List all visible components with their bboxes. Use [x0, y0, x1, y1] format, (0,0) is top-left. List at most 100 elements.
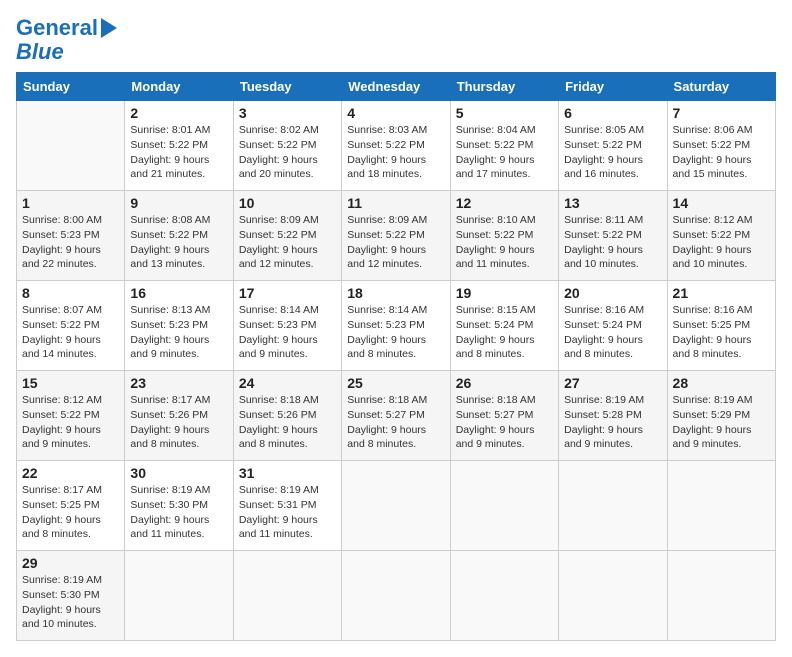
day-number: 3 [239, 105, 336, 121]
calendar-week-1: 1Sunrise: 8:00 AM Sunset: 5:23 PM Daylig… [17, 191, 776, 281]
day-detail: Sunrise: 8:19 AM Sunset: 5:30 PM Dayligh… [22, 573, 119, 632]
day-detail: Sunrise: 8:06 AM Sunset: 5:22 PM Dayligh… [673, 123, 770, 182]
day-number: 12 [456, 195, 553, 211]
day-number: 7 [673, 105, 770, 121]
day-detail: Sunrise: 8:19 AM Sunset: 5:30 PM Dayligh… [130, 483, 227, 542]
calendar-cell: 11 Sunrise: 8:09 AM Sunset: 5:22 PM Dayli… [342, 191, 450, 281]
day-number: 20 [564, 285, 661, 301]
day-number: 11 [347, 195, 444, 211]
day-number: 23 [130, 375, 227, 391]
day-number: 19 [456, 285, 553, 301]
calendar-cell: 15Sunrise: 8:12 AM Sunset: 5:22 PM Dayli… [17, 371, 125, 461]
calendar-cell: 4Sunrise: 8:03 AM Sunset: 5:22 PM Daylig… [342, 101, 450, 191]
day-number: 8 [22, 285, 119, 301]
column-header-saturday: Saturday [667, 73, 775, 101]
calendar-cell [125, 551, 233, 641]
calendar-cell: 3 Sunrise: 8:02 AM Sunset: 5:22 PM Daylig… [233, 101, 341, 191]
calendar-week-0: 2Sunrise: 8:01 AM Sunset: 5:22 PM Daylig… [17, 101, 776, 191]
day-detail: Sunrise: 8:12 AM Sunset: 5:22 PM Dayligh… [673, 213, 770, 272]
day-detail: Sunrise: 8:19 AM Sunset: 5:29 PM Dayligh… [673, 393, 770, 452]
calendar-cell: 6 Sunrise: 8:05 AM Sunset: 5:22 PM Daylig… [559, 101, 667, 191]
day-number: 5 [456, 105, 553, 121]
day-detail: Sunrise: 8:13 AM Sunset: 5:23 PM Dayligh… [130, 303, 227, 362]
calendar-cell: 21 Sunrise: 8:16 AM Sunset: 5:25 PM Dayli… [667, 281, 775, 371]
day-number: 10 [239, 195, 336, 211]
logo-text: General [16, 16, 98, 40]
day-detail: Sunrise: 8:17 AM Sunset: 5:26 PM Dayligh… [130, 393, 227, 452]
day-detail: Sunrise: 8:09 AM Sunset: 5:22 PM Dayligh… [347, 213, 444, 272]
day-detail: Sunrise: 8:16 AM Sunset: 5:24 PM Dayligh… [564, 303, 661, 362]
calendar-table: SundayMondayTuesdayWednesdayThursdayFrid… [16, 72, 776, 641]
calendar-cell [450, 551, 558, 641]
calendar-cell: 10 Sunrise: 8:09 AM Sunset: 5:22 PM Dayli… [233, 191, 341, 281]
calendar-cell [17, 101, 125, 191]
calendar-cell: 13Sunrise: 8:11 AM Sunset: 5:22 PM Dayli… [559, 191, 667, 281]
calendar-cell: 23 Sunrise: 8:17 AM Sunset: 5:26 PM Dayli… [125, 371, 233, 461]
day-number: 25 [347, 375, 444, 391]
calendar-cell: 28Sunrise: 8:19 AM Sunset: 5:29 PM Dayli… [667, 371, 775, 461]
day-detail: Sunrise: 8:05 AM Sunset: 5:22 PM Dayligh… [564, 123, 661, 182]
day-number: 29 [22, 555, 119, 571]
calendar-cell [559, 551, 667, 641]
column-header-friday: Friday [559, 73, 667, 101]
day-detail: Sunrise: 8:18 AM Sunset: 5:27 PM Dayligh… [347, 393, 444, 452]
calendar-cell: 26Sunrise: 8:18 AM Sunset: 5:27 PM Dayli… [450, 371, 558, 461]
day-number: 24 [239, 375, 336, 391]
calendar-cell [233, 551, 341, 641]
logo: General Blue [16, 16, 117, 64]
day-detail: Sunrise: 8:15 AM Sunset: 5:24 PM Dayligh… [456, 303, 553, 362]
day-number: 9 [130, 195, 227, 211]
calendar-cell: 30 Sunrise: 8:19 AM Sunset: 5:30 PM Dayli… [125, 461, 233, 551]
calendar-cell: 5 Sunrise: 8:04 AM Sunset: 5:22 PM Daylig… [450, 101, 558, 191]
calendar-cell [559, 461, 667, 551]
day-detail: Sunrise: 8:03 AM Sunset: 5:22 PM Dayligh… [347, 123, 444, 182]
calendar-cell: 7 Sunrise: 8:06 AM Sunset: 5:22 PM Daylig… [667, 101, 775, 191]
day-detail: Sunrise: 8:14 AM Sunset: 5:23 PM Dayligh… [347, 303, 444, 362]
calendar-cell: 27 Sunrise: 8:19 AM Sunset: 5:28 PM Dayli… [559, 371, 667, 461]
day-number: 26 [456, 375, 553, 391]
calendar-cell: 8Sunrise: 8:07 AM Sunset: 5:22 PM Daylig… [17, 281, 125, 371]
day-number: 18 [347, 285, 444, 301]
calendar-cell: 16 Sunrise: 8:13 AM Sunset: 5:23 PM Dayli… [125, 281, 233, 371]
calendar-cell: 19 Sunrise: 8:15 AM Sunset: 5:24 PM Dayli… [450, 281, 558, 371]
day-detail: Sunrise: 8:09 AM Sunset: 5:22 PM Dayligh… [239, 213, 336, 272]
day-detail: Sunrise: 8:02 AM Sunset: 5:22 PM Dayligh… [239, 123, 336, 182]
calendar-cell: 9 Sunrise: 8:08 AM Sunset: 5:22 PM Daylig… [125, 191, 233, 281]
day-detail: Sunrise: 8:19 AM Sunset: 5:28 PM Dayligh… [564, 393, 661, 452]
column-header-tuesday: Tuesday [233, 73, 341, 101]
day-number: 15 [22, 375, 119, 391]
day-detail: Sunrise: 8:16 AM Sunset: 5:25 PM Dayligh… [673, 303, 770, 362]
calendar-week-3: 15Sunrise: 8:12 AM Sunset: 5:22 PM Dayli… [17, 371, 776, 461]
column-header-wednesday: Wednesday [342, 73, 450, 101]
day-detail: Sunrise: 8:19 AM Sunset: 5:31 PM Dayligh… [239, 483, 336, 542]
calendar-cell: 12Sunrise: 8:10 AM Sunset: 5:22 PM Dayli… [450, 191, 558, 281]
day-number: 21 [673, 285, 770, 301]
logo-subtext: Blue [16, 40, 64, 64]
day-number: 1 [22, 195, 119, 211]
day-detail: Sunrise: 8:04 AM Sunset: 5:22 PM Dayligh… [456, 123, 553, 182]
day-number: 30 [130, 465, 227, 481]
day-detail: Sunrise: 8:18 AM Sunset: 5:26 PM Dayligh… [239, 393, 336, 452]
calendar-cell: 2Sunrise: 8:01 AM Sunset: 5:22 PM Daylig… [125, 101, 233, 191]
calendar-cell: 31Sunrise: 8:19 AM Sunset: 5:31 PM Dayli… [233, 461, 341, 551]
calendar-cell [667, 551, 775, 641]
calendar-cell: 24 Sunrise: 8:18 AM Sunset: 5:26 PM Dayli… [233, 371, 341, 461]
calendar-cell: 1Sunrise: 8:00 AM Sunset: 5:23 PM Daylig… [17, 191, 125, 281]
day-number: 22 [22, 465, 119, 481]
calendar-cell [342, 461, 450, 551]
page-header: General Blue [16, 16, 776, 64]
column-header-monday: Monday [125, 73, 233, 101]
calendar-cell: 29 Sunrise: 8:19 AM Sunset: 5:30 PM Dayli… [17, 551, 125, 641]
day-number: 16 [130, 285, 227, 301]
day-number: 6 [564, 105, 661, 121]
calendar-cell: 14Sunrise: 8:12 AM Sunset: 5:22 PM Dayli… [667, 191, 775, 281]
day-number: 27 [564, 375, 661, 391]
calendar-cell: 18 Sunrise: 8:14 AM Sunset: 5:23 PM Dayli… [342, 281, 450, 371]
calendar-week-4: 22 Sunrise: 8:17 AM Sunset: 5:25 PM Dayli… [17, 461, 776, 551]
calendar-cell: 17Sunrise: 8:14 AM Sunset: 5:23 PM Dayli… [233, 281, 341, 371]
day-detail: Sunrise: 8:08 AM Sunset: 5:22 PM Dayligh… [130, 213, 227, 272]
day-detail: Sunrise: 8:17 AM Sunset: 5:25 PM Dayligh… [22, 483, 119, 542]
day-number: 2 [130, 105, 227, 121]
calendar-cell [667, 461, 775, 551]
calendar-cell: 22 Sunrise: 8:17 AM Sunset: 5:25 PM Dayli… [17, 461, 125, 551]
